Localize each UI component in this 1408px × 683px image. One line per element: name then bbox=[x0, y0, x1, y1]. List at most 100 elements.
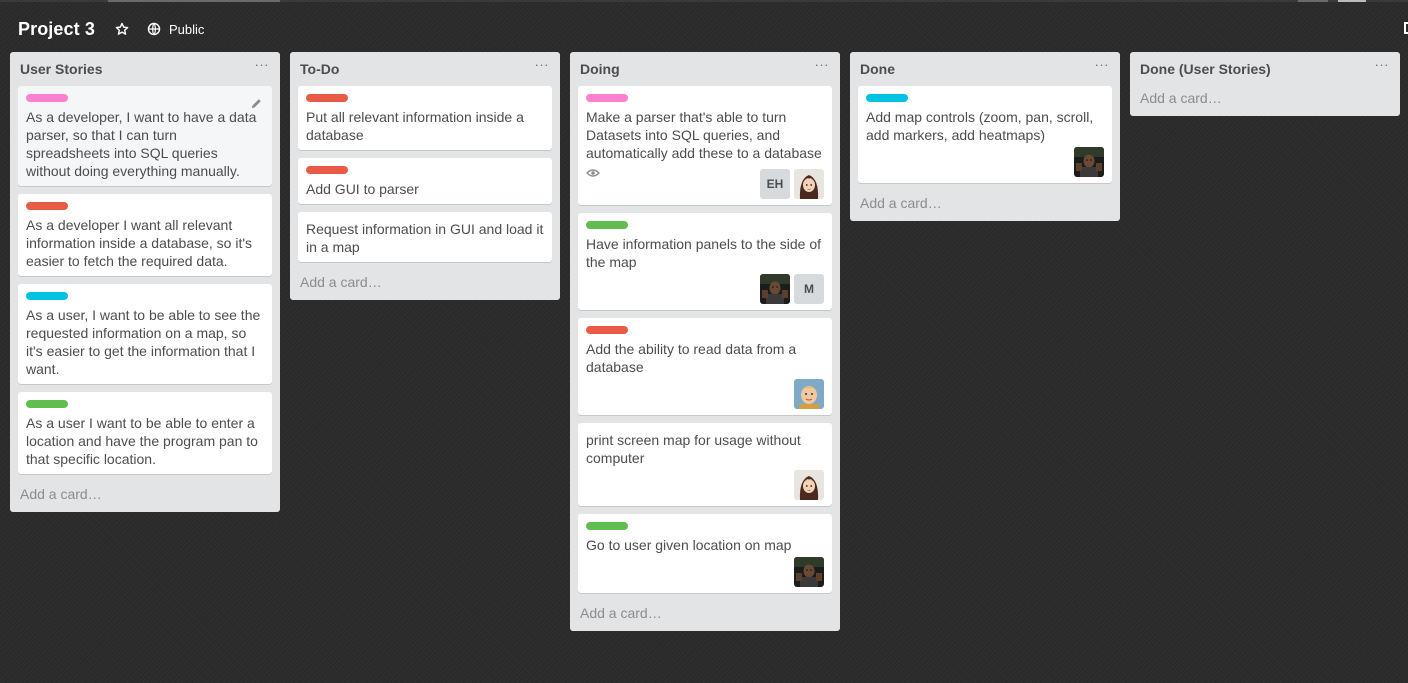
member-avatar[interactable] bbox=[794, 470, 824, 500]
card-label-green bbox=[26, 400, 68, 408]
list-header: User Stories ··· bbox=[10, 52, 280, 86]
add-card-button[interactable]: Add a card… bbox=[570, 601, 840, 623]
visibility-button[interactable]: Public bbox=[147, 22, 204, 37]
member-avatar[interactable] bbox=[794, 169, 824, 199]
card-list: Put all relevant information inside a da… bbox=[290, 86, 560, 262]
card[interactable]: As a user, I want to be able to see the … bbox=[18, 284, 272, 384]
card-title: Put all relevant information inside a da… bbox=[306, 109, 524, 143]
card-title: As a user I want to be able to enter a l… bbox=[26, 415, 258, 467]
card-title: Make a parser that's able to turn Datase… bbox=[586, 109, 822, 161]
card-members bbox=[790, 557, 824, 587]
card-title: Request information in GUI and load it i… bbox=[306, 221, 544, 255]
card-list: Add map controls (zoom, pan, scroll, add… bbox=[850, 86, 1120, 183]
list-menu-icon[interactable]: ··· bbox=[255, 58, 270, 71]
card-title: As a developer, I want to have a data pa… bbox=[26, 109, 257, 179]
card-title: Have information panels to the side of t… bbox=[586, 236, 822, 270]
card-label-red bbox=[306, 166, 348, 174]
top-strip bbox=[0, 0, 1408, 2]
add-card-button[interactable]: Add a card… bbox=[10, 482, 280, 504]
star-icon[interactable] bbox=[115, 22, 129, 36]
card[interactable]: Add GUI to parser bbox=[298, 158, 552, 204]
card[interactable]: Make a parser that's able to turn Datase… bbox=[578, 86, 832, 205]
list-header: Done ··· bbox=[850, 52, 1120, 86]
member-avatar[interactable] bbox=[794, 379, 824, 409]
list-menu-icon[interactable]: ··· bbox=[535, 58, 550, 71]
list-title[interactable]: Done bbox=[860, 61, 895, 77]
visibility-label: Public bbox=[168, 21, 205, 37]
list-doing: Doing ··· Make a parser that's able to tur… bbox=[570, 52, 840, 631]
eye-icon bbox=[586, 165, 600, 183]
list-title[interactable]: User Stories bbox=[20, 61, 102, 77]
member-avatar[interactable] bbox=[1074, 147, 1104, 177]
list-done: Done ··· Add map controls (zoom, pan, scro… bbox=[850, 52, 1120, 221]
member-initials-avatar[interactable]: M bbox=[794, 274, 824, 304]
pencil-icon[interactable] bbox=[251, 96, 262, 114]
card-title: As a developer I want all relevant infor… bbox=[26, 217, 253, 269]
card-label-green bbox=[586, 221, 628, 229]
card-title: Add map controls (zoom, pan, scroll, add… bbox=[866, 109, 1094, 143]
card[interactable]: Add the ability to read data from a data… bbox=[578, 318, 832, 415]
add-card-button[interactable]: Add a card… bbox=[290, 270, 560, 292]
card-footer bbox=[586, 470, 824, 500]
list-title[interactable]: To-Do bbox=[300, 61, 339, 77]
top-strip-segment bbox=[1338, 0, 1366, 2]
card-members bbox=[1070, 147, 1104, 177]
list-header: Done (User Stories) ··· bbox=[1130, 52, 1400, 86]
list-title[interactable]: Done (User Stories) bbox=[1140, 61, 1271, 77]
card-list: As a developer, I want to have a data pa… bbox=[10, 86, 280, 474]
card-members bbox=[790, 470, 824, 500]
card-title: Go to user given location on map bbox=[586, 537, 792, 553]
card-title: Add GUI to parser bbox=[306, 181, 419, 197]
add-card-button[interactable]: Add a card… bbox=[1130, 86, 1400, 108]
card-members bbox=[790, 379, 824, 409]
card-members: M bbox=[756, 274, 824, 304]
card-footer bbox=[866, 147, 1104, 177]
card-title: As a user, I want to be able to see the … bbox=[26, 307, 261, 377]
card[interactable]: Add map controls (zoom, pan, scroll, add… bbox=[858, 86, 1112, 183]
card-members: EH bbox=[756, 169, 824, 199]
card-badges bbox=[586, 165, 600, 199]
card-title: print screen map for usage without compu… bbox=[586, 432, 801, 466]
card-label-sky bbox=[26, 292, 68, 300]
board-title[interactable]: Project 3 bbox=[18, 19, 95, 40]
card-label-red bbox=[26, 202, 68, 210]
board-header: Project 3 Public bbox=[18, 14, 204, 44]
card-title: Add the ability to read data from a data… bbox=[586, 341, 797, 375]
globe-icon bbox=[147, 22, 161, 36]
list-menu-icon[interactable]: ··· bbox=[1095, 58, 1110, 71]
member-avatar[interactable] bbox=[760, 274, 790, 304]
card[interactable]: Have information panels to the side of t… bbox=[578, 213, 832, 310]
card-label-red bbox=[586, 326, 628, 334]
card-footer bbox=[586, 557, 824, 587]
card-footer bbox=[586, 379, 824, 409]
list-title[interactable]: Doing bbox=[580, 61, 620, 77]
lists-container: User Stories ··· As a developer, I want to… bbox=[10, 52, 1408, 631]
add-card-button[interactable]: Add a card… bbox=[850, 191, 1120, 213]
card[interactable]: Request information in GUI and load it i… bbox=[298, 212, 552, 262]
card[interactable]: As a developer, I want to have a data pa… bbox=[18, 86, 272, 186]
card-label-green bbox=[586, 522, 628, 530]
card-label-pink bbox=[586, 94, 628, 102]
list-done-user-stories: Done (User Stories) ··· Add a card… bbox=[1130, 52, 1400, 116]
card-list: Make a parser that's able to turn Datase… bbox=[570, 86, 840, 593]
list-menu-icon[interactable]: ··· bbox=[1375, 58, 1390, 71]
list-to-do: To-Do ··· Put all relevant information ins… bbox=[290, 52, 560, 300]
sidebar-toggle-icon[interactable] bbox=[1404, 22, 1408, 34]
card[interactable]: Put all relevant information inside a da… bbox=[298, 86, 552, 150]
list-menu-icon[interactable]: ··· bbox=[815, 58, 830, 71]
card-label-sky bbox=[866, 94, 908, 102]
card[interactable]: As a developer I want all relevant infor… bbox=[18, 194, 272, 276]
top-strip-segment bbox=[1298, 0, 1328, 2]
top-strip-segment bbox=[108, 0, 280, 2]
list-header: To-Do ··· bbox=[290, 52, 560, 86]
card-footer: M bbox=[586, 274, 824, 304]
list-header: Doing ··· bbox=[570, 52, 840, 86]
card-label-red bbox=[306, 94, 348, 102]
card[interactable]: As a user I want to be able to enter a l… bbox=[18, 392, 272, 474]
card[interactable]: Go to user given location on map bbox=[578, 514, 832, 593]
member-initials-avatar[interactable]: EH bbox=[760, 169, 790, 199]
list-user-stories: User Stories ··· As a developer, I want to… bbox=[10, 52, 280, 512]
card[interactable]: print screen map for usage without compu… bbox=[578, 423, 832, 506]
member-avatar[interactable] bbox=[794, 557, 824, 587]
card-footer: EH bbox=[586, 165, 824, 199]
